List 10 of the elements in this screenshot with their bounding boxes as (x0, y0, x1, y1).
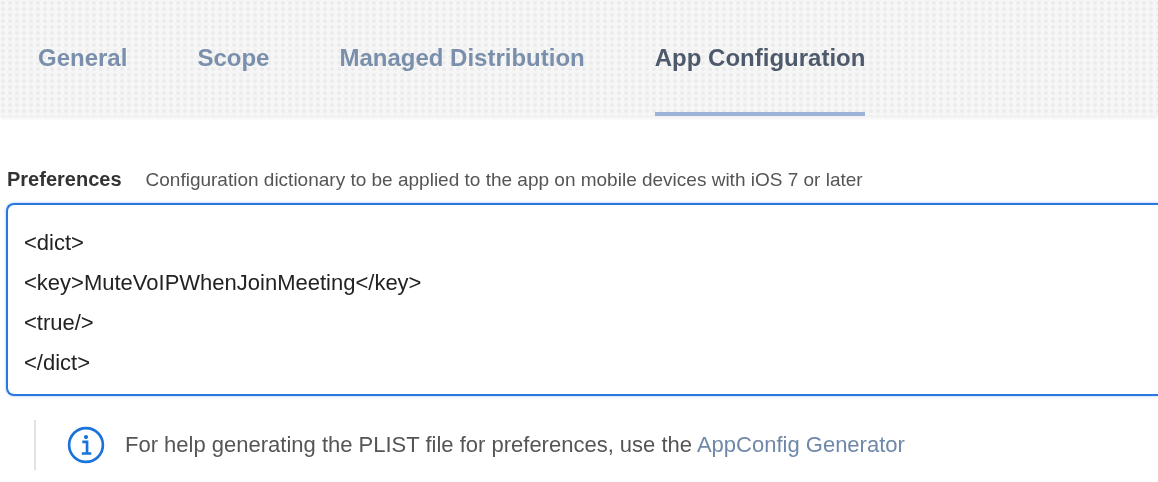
preferences-label: Preferences (7, 168, 122, 191)
input-field[interactable]: <dict> <key>MuteVoIPWhenJoinMeeting</key> <true/> </dict> (6, 203, 1158, 396)
tab[interactable]: Managed Distribution (339, 0, 585, 116)
help-text: For help generating the PLIST file for preferences, use the AppConfig Generator (125, 432, 905, 458)
appconfig-generator-link[interactable]: AppConfig Generator (696, 432, 905, 457)
tab[interactable]: General (38, 0, 128, 116)
tab[interactable]: App Configuration (654, 0, 866, 116)
info-icon (67, 426, 105, 464)
tab[interactable]: Scope (197, 0, 270, 116)
preferences-description: Configuration dictionary to be applied to the app on mobile devices with iOS 7 or later (145, 169, 863, 191)
